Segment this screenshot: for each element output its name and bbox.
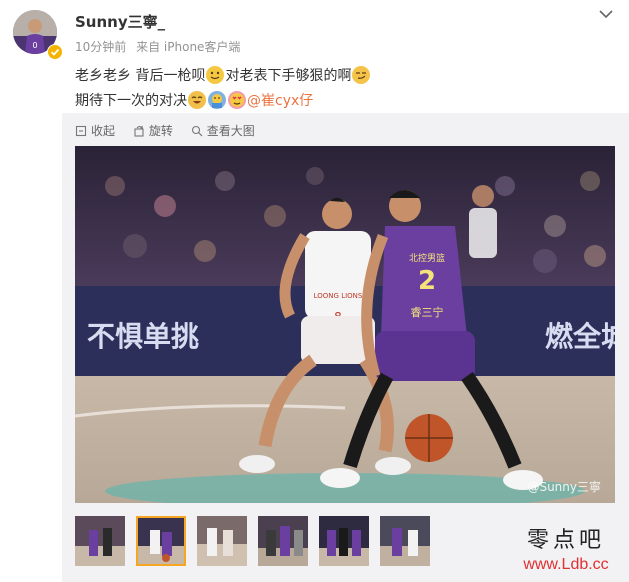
site-watermark: 零点吧 www.Ldb.cc [510,528,622,582]
post-source: 来自 iPhone客户端 [136,40,241,54]
thumbnail-1[interactable] [75,516,125,566]
love-emoji-icon [228,91,246,109]
jersey-name: 睿三宁 [411,305,444,319]
site-name: 零点吧 [526,528,605,553]
thumbnail-3[interactable] [197,516,247,566]
thumbnail-6[interactable] [380,516,430,566]
jersey-team: 北控男篮 [409,252,445,264]
verified-badge-icon [47,44,63,60]
thumbnail-2[interactable] [136,516,186,566]
post-time[interactable]: 10分钟前 [75,40,126,54]
thumbnail-5[interactable] [319,516,369,566]
post-text-segment: 期待下一次的对决 [75,93,187,109]
main-photo[interactable]: 不惧单挑 燃全城 8 LOONG LIONS [75,146,615,503]
post-meta: 10分钟前 来自 iPhone客户端 [75,38,246,55]
cheer-emoji-icon [208,91,226,109]
rotate-button[interactable]: 旋转 [133,122,173,139]
view-large-button[interactable]: 查看大图 [191,122,255,139]
post-text-line-2: 期待下一次的对决 @崔cyx仔 [75,89,371,114]
photo-watermark: @Sunny三寧 [527,480,601,494]
username[interactable]: Sunny三寧_ [75,11,165,32]
site-url: www.Ldb.cc [523,556,609,573]
post-text: 老乡老乡 背后一枪呗 对老表下手够狠的啊 期待下一次的对决 @崔cyx仔 [75,64,371,114]
collapse-label: 收起 [91,124,116,138]
thumbnail-4[interactable] [258,516,308,566]
post-header: 0 Sunny三寧_ 10分钟前 来自 iPhone客户端 [0,0,629,60]
smirk-emoji-icon [352,66,371,84]
banner-text-right: 燃全城 [545,320,615,353]
collapse-button[interactable]: 收起 [75,122,115,139]
post-text-segment: 老乡老乡 背后一枪呗 [75,68,206,84]
jersey-number: 2 [418,266,436,296]
chevron-down-icon[interactable] [597,6,615,20]
svg-text:0: 0 [32,41,37,50]
zoom-icon [191,125,203,136]
laugh-emoji-icon [188,91,206,109]
banner-text-left: 不惧单挑 [87,320,199,353]
media-toolbar: 收起 旋转 查看大图 [75,122,269,138]
grin-emoji-icon [206,66,225,84]
view-large-label: 查看大图 [206,124,255,138]
post-text-segment: 对老表下手够狠的啊 [225,68,352,84]
opponent-jersey-team: LOONG LIONS [314,292,363,300]
post-text-line-1: 老乡老乡 背后一枪呗 对老表下手够狠的啊 [75,64,371,89]
mention-link[interactable]: @崔cyx仔 [247,93,313,109]
rotate-icon [134,125,144,137]
collapse-icon [75,125,87,136]
rotate-label: 旋转 [148,124,173,138]
